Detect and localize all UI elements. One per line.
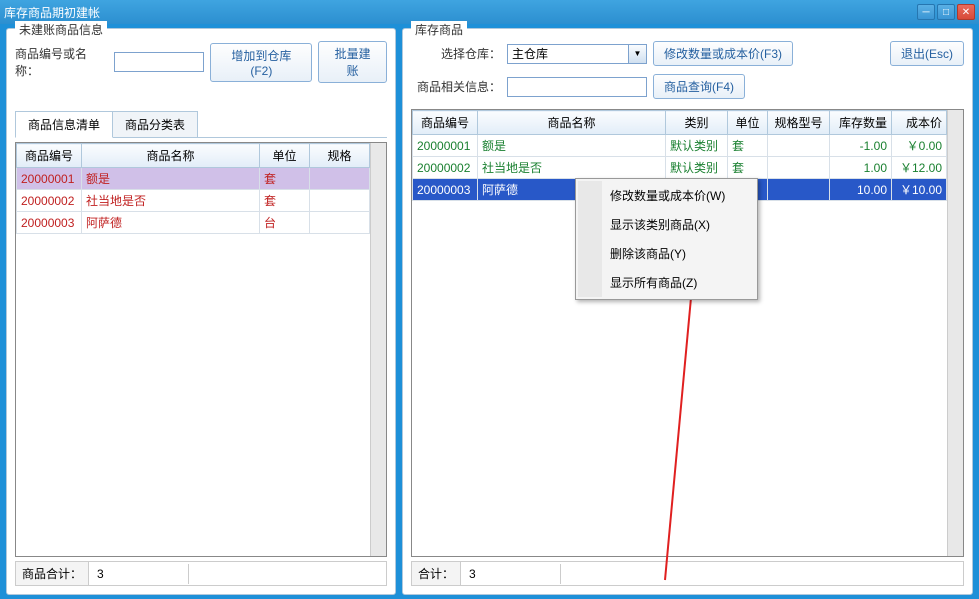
warehouse-select-input[interactable] bbox=[507, 44, 647, 64]
context-delete-product[interactable]: 删除该商品(Y) bbox=[578, 239, 755, 268]
close-button[interactable]: ✕ bbox=[957, 4, 975, 20]
window-title: 库存商品期初建帐 bbox=[4, 4, 100, 21]
context-modify-qty-cost[interactable]: 修改数量或成本价(W) bbox=[578, 181, 755, 210]
table-row[interactable]: 20000003 阿萨德 台 bbox=[17, 212, 370, 234]
tab-product-category[interactable]: 商品分类表 bbox=[112, 111, 198, 137]
maximize-button[interactable]: □ bbox=[937, 4, 955, 20]
left-table: 商品编号 商品名称 单位 规格 20000001 额是 套 bbox=[16, 143, 370, 234]
related-info-label: 商品相关信息： bbox=[411, 78, 501, 95]
titlebar[interactable]: 库存商品期初建帐 ─ □ ✕ bbox=[0, 0, 979, 24]
col-stock-qty[interactable]: 库存数量 bbox=[830, 111, 892, 135]
col-unit[interactable]: 单位 bbox=[260, 144, 310, 168]
table-row[interactable]: 20000002 社当地是否 套 bbox=[17, 190, 370, 212]
context-show-all-products[interactable]: 显示所有商品(Z) bbox=[578, 268, 755, 297]
minimize-button[interactable]: ─ bbox=[917, 4, 935, 20]
left-panel: 未建账商品信息 商品编号或名称： 增加到仓库(F2) 批量建账 商品信息清单 商… bbox=[6, 28, 396, 595]
product-query-button[interactable]: 商品查询(F4) bbox=[653, 74, 745, 99]
right-panel: 库存商品 选择仓库： ▼ 修改数量或成本价(F3) 退出(Esc) 商品相关信息… bbox=[402, 28, 973, 595]
col-spec[interactable]: 规格 bbox=[310, 144, 370, 168]
scrollbar[interactable] bbox=[370, 143, 386, 556]
col-category[interactable]: 类别 bbox=[666, 111, 728, 135]
col-spec-model[interactable]: 规格型号 bbox=[768, 111, 830, 135]
chevron-down-icon[interactable]: ▼ bbox=[628, 45, 646, 63]
search-input[interactable] bbox=[114, 52, 204, 72]
left-group-title: 未建账商品信息 bbox=[15, 21, 107, 38]
warehouse-select[interactable]: ▼ bbox=[507, 44, 647, 64]
col-name[interactable]: 商品名称 bbox=[82, 144, 260, 168]
scrollbar[interactable] bbox=[947, 110, 963, 556]
col-code[interactable]: 商品编号 bbox=[17, 144, 82, 168]
search-label: 商品编号或名称： bbox=[15, 45, 108, 79]
table-row[interactable]: 20000002 社当地是否 默认类别 套 1.00 ￥12.00 bbox=[413, 157, 947, 179]
left-summary-label: 商品合计： bbox=[16, 562, 89, 585]
context-menu: 修改数量或成本价(W) 显示该类别商品(X) 删除该商品(Y) 显示所有商品(Z… bbox=[575, 178, 758, 300]
table-row[interactable]: 20000001 额是 套 bbox=[17, 168, 370, 190]
col-unit[interactable]: 单位 bbox=[728, 111, 768, 135]
left-summary-value: 3 bbox=[89, 564, 189, 584]
batch-build-button[interactable]: 批量建账 bbox=[318, 41, 387, 83]
right-group-title: 库存商品 bbox=[411, 21, 467, 38]
right-summary-value: 3 bbox=[461, 564, 561, 584]
exit-button[interactable]: 退出(Esc) bbox=[890, 41, 964, 66]
col-code[interactable]: 商品编号 bbox=[413, 111, 478, 135]
related-info-input[interactable] bbox=[507, 77, 647, 97]
table-row[interactable]: 20000001 额是 默认类别 套 -1.00 ￥0.00 bbox=[413, 135, 947, 157]
warehouse-label: 选择仓库： bbox=[411, 45, 501, 62]
col-cost[interactable]: 成本价 bbox=[892, 111, 947, 135]
add-to-warehouse-button[interactable]: 增加到仓库(F2) bbox=[210, 43, 312, 82]
context-show-category-products[interactable]: 显示该类别商品(X) bbox=[578, 210, 755, 239]
modify-qty-cost-button[interactable]: 修改数量或成本价(F3) bbox=[653, 41, 793, 66]
tab-product-info-list[interactable]: 商品信息清单 bbox=[15, 111, 113, 138]
col-name[interactable]: 商品名称 bbox=[478, 111, 666, 135]
right-summary-label: 合计： bbox=[412, 562, 461, 585]
